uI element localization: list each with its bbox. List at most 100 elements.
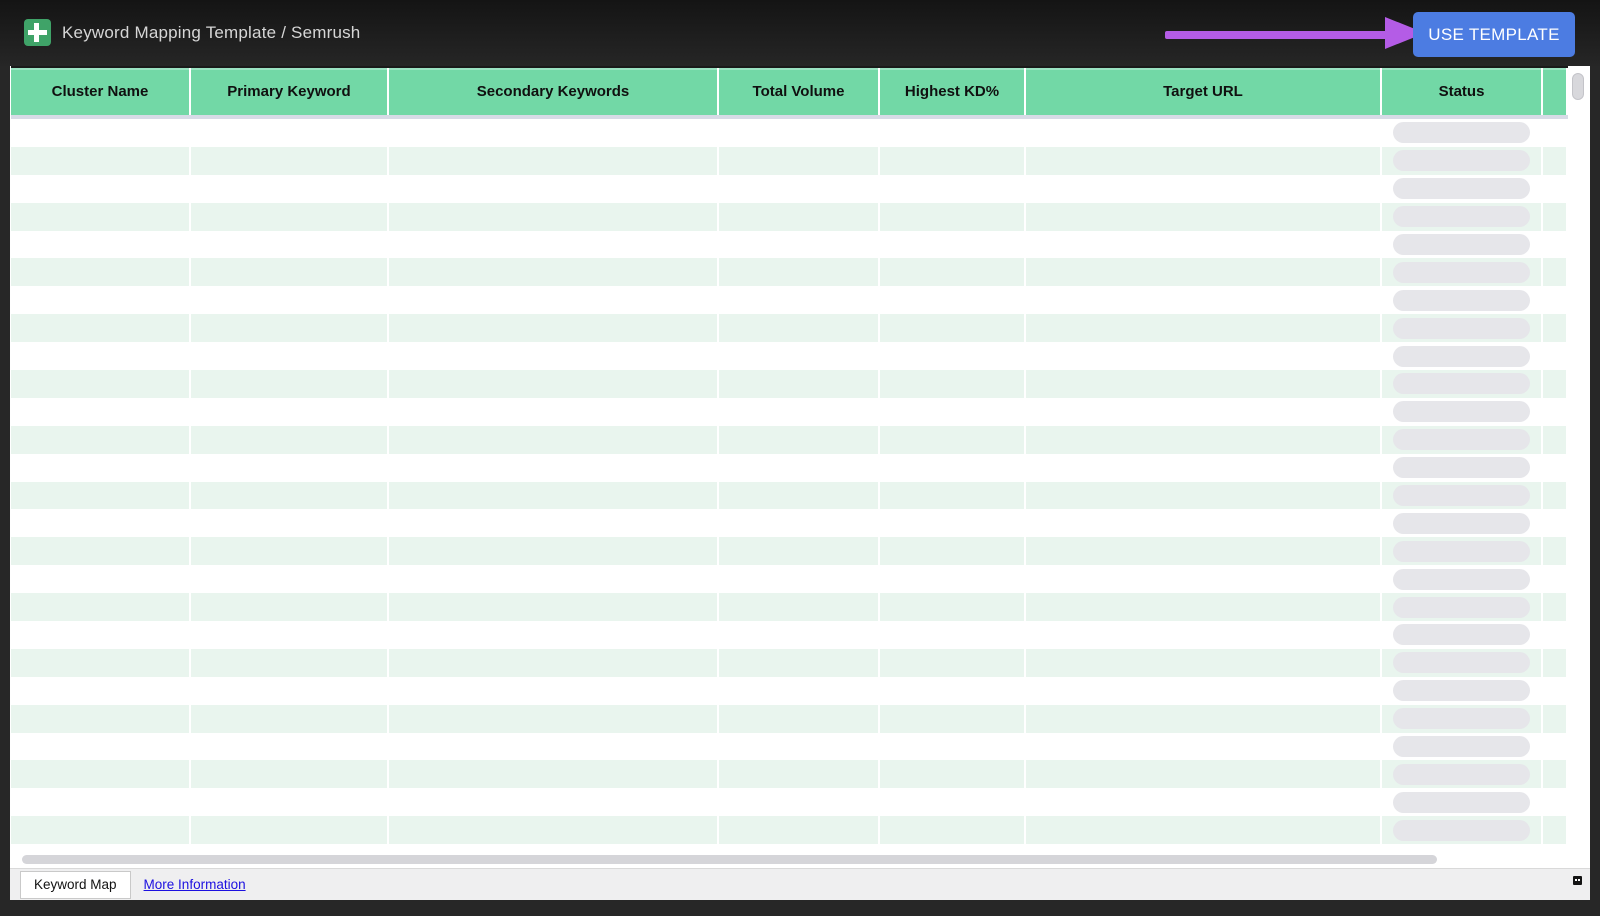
cell-primary-keyword xyxy=(191,370,389,398)
status-pill[interactable] xyxy=(1393,568,1530,590)
cell-status xyxy=(1382,174,1543,203)
cell-highest-kd xyxy=(880,732,1026,761)
use-template-button[interactable]: USE TEMPLATE xyxy=(1413,12,1575,57)
cell-highest-kd xyxy=(880,314,1026,343)
cell-target-url xyxy=(1026,676,1382,705)
cell-highest-kd xyxy=(880,565,1026,594)
status-pill[interactable] xyxy=(1393,485,1530,507)
status-pill[interactable] xyxy=(1393,457,1530,479)
table-row xyxy=(11,537,1568,566)
cell-cluster-name xyxy=(11,425,191,454)
cell-blank xyxy=(1543,593,1568,622)
status-pill[interactable] xyxy=(1393,317,1530,339)
table-row xyxy=(11,174,1568,203)
cell-secondary-keywords xyxy=(389,174,719,203)
status-pill[interactable] xyxy=(1393,819,1530,841)
status-pill[interactable] xyxy=(1393,708,1530,730)
cell-blank xyxy=(1543,704,1568,733)
cell-cluster-name xyxy=(11,119,191,147)
cell-primary-keyword xyxy=(191,816,389,844)
cell-target-url xyxy=(1026,397,1382,426)
status-pill[interactable] xyxy=(1393,261,1530,283)
cell-target-url xyxy=(1026,481,1382,510)
cell-blank xyxy=(1543,537,1568,566)
cell-total-volume xyxy=(719,230,880,259)
cell-highest-kd xyxy=(880,370,1026,398)
status-pill[interactable] xyxy=(1393,596,1530,618)
cell-cluster-name xyxy=(11,230,191,259)
cell-target-url xyxy=(1026,286,1382,315)
status-pill[interactable] xyxy=(1393,429,1530,451)
cell-highest-kd xyxy=(880,258,1026,287)
status-pill[interactable] xyxy=(1393,150,1530,172)
status-pill[interactable] xyxy=(1393,401,1530,423)
status-pill[interactable] xyxy=(1393,652,1530,674)
cell-highest-kd xyxy=(880,676,1026,705)
cell-total-volume xyxy=(719,816,880,844)
column-header-blank xyxy=(1543,68,1568,115)
cell-blank xyxy=(1543,509,1568,538)
cell-status xyxy=(1382,676,1543,705)
cell-highest-kd xyxy=(880,286,1026,315)
table-row xyxy=(11,704,1568,733)
status-pill[interactable] xyxy=(1393,289,1530,311)
cell-highest-kd xyxy=(880,788,1026,817)
cell-target-url xyxy=(1026,202,1382,231)
cell-status xyxy=(1382,509,1543,538)
cell-status xyxy=(1382,788,1543,817)
status-pill[interactable] xyxy=(1393,122,1530,144)
column-header-cluster-name: Cluster Name xyxy=(11,68,191,115)
cell-cluster-name xyxy=(11,816,191,844)
cell-status xyxy=(1382,704,1543,733)
status-pill[interactable] xyxy=(1393,736,1530,758)
tab-keyword-map[interactable]: Keyword Map xyxy=(20,870,131,899)
cell-total-volume xyxy=(719,509,880,538)
table-row xyxy=(11,732,1568,761)
cell-total-volume xyxy=(719,342,880,371)
cell-total-volume xyxy=(719,453,880,482)
cell-total-volume xyxy=(719,286,880,315)
cell-cluster-name xyxy=(11,760,191,789)
cell-highest-kd xyxy=(880,230,1026,259)
table-row xyxy=(11,230,1568,259)
cell-blank xyxy=(1543,286,1568,315)
cell-blank xyxy=(1543,732,1568,761)
cell-secondary-keywords xyxy=(389,453,719,482)
cell-total-volume xyxy=(719,202,880,231)
pointer-arrow-line xyxy=(1165,31,1393,39)
cell-status xyxy=(1382,230,1543,259)
cell-highest-kd xyxy=(880,704,1026,733)
cell-secondary-keywords xyxy=(389,425,719,454)
column-header-secondary-keywords: Secondary Keywords xyxy=(389,68,719,115)
status-pill[interactable] xyxy=(1393,763,1530,785)
top-bar: Keyword Mapping Template / Semrush USE T… xyxy=(0,0,1600,66)
cell-primary-keyword xyxy=(191,648,389,677)
cell-total-volume xyxy=(719,648,880,677)
status-pill[interactable] xyxy=(1393,512,1530,534)
table-row xyxy=(11,370,1568,398)
cell-highest-kd xyxy=(880,425,1026,454)
status-pill[interactable] xyxy=(1393,178,1530,200)
cell-highest-kd xyxy=(880,621,1026,649)
status-pill[interactable] xyxy=(1393,791,1530,813)
table-row xyxy=(11,397,1568,426)
status-pill[interactable] xyxy=(1393,680,1530,702)
table-row xyxy=(11,760,1568,789)
status-pill[interactable] xyxy=(1393,345,1530,367)
cell-target-url xyxy=(1026,704,1382,733)
more-information-link[interactable]: More Information xyxy=(144,877,246,892)
vertical-scrollbar-thumb[interactable] xyxy=(1572,73,1584,100)
status-pill[interactable] xyxy=(1393,234,1530,255)
cell-primary-keyword xyxy=(191,509,389,538)
cell-highest-kd xyxy=(880,648,1026,677)
cell-secondary-keywords xyxy=(389,704,719,733)
status-pill[interactable] xyxy=(1393,624,1530,646)
horizontal-scrollbar-thumb[interactable] xyxy=(22,855,1437,864)
status-pill[interactable] xyxy=(1393,373,1530,395)
cell-total-volume xyxy=(719,760,880,789)
cell-primary-keyword xyxy=(191,202,389,231)
status-pill[interactable] xyxy=(1393,206,1530,228)
status-pill[interactable] xyxy=(1393,540,1530,562)
cell-primary-keyword xyxy=(191,146,389,175)
cell-target-url xyxy=(1026,342,1382,371)
